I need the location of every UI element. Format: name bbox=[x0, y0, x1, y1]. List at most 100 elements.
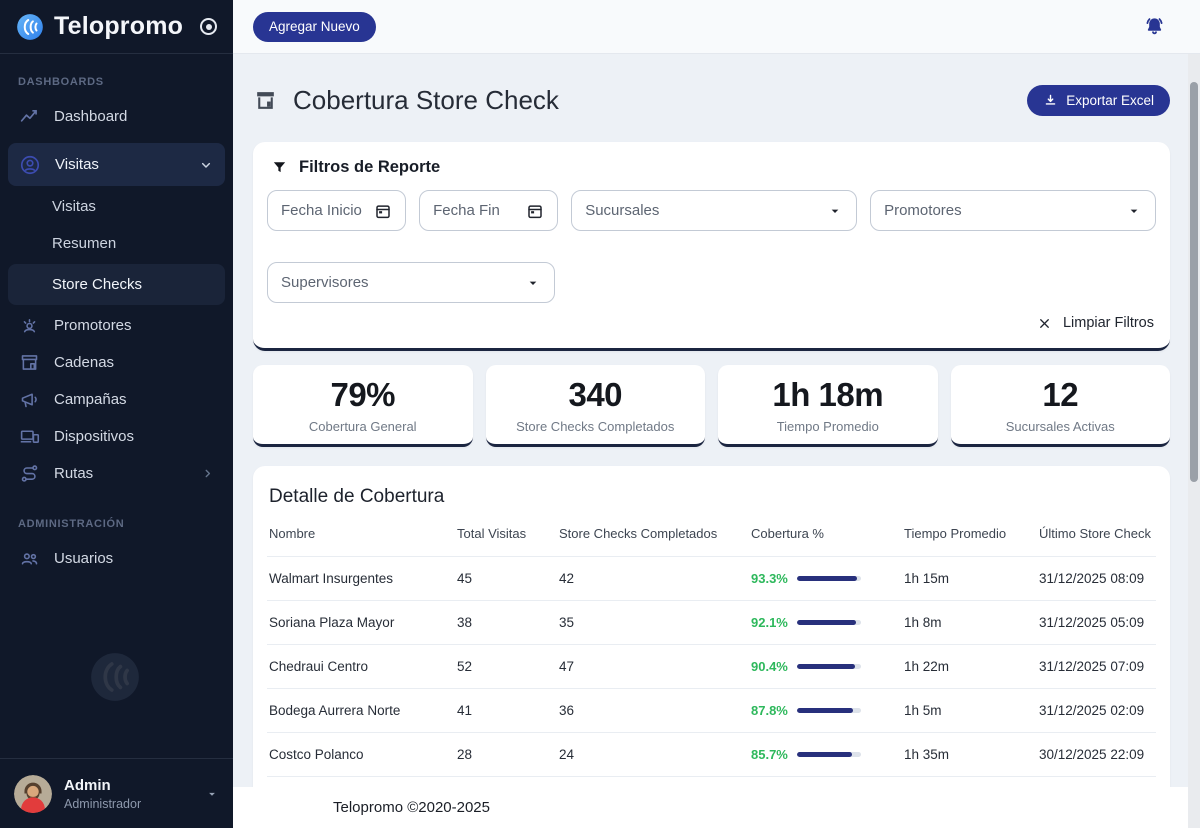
table-body: Walmart Insurgentes454293.3%1h 15m31/12/… bbox=[267, 556, 1156, 820]
export-excel-button[interactable]: Exportar Excel bbox=[1027, 85, 1170, 116]
table-row: Costco Polanco282485.7%1h 35m30/12/2025 … bbox=[267, 732, 1156, 776]
cell-completados: 35 bbox=[559, 615, 751, 630]
user-role: Administrador bbox=[64, 797, 141, 811]
vertical-scrollbar bbox=[1188, 54, 1200, 828]
cell-ultimo-store-check: 31/12/2025 05:09 bbox=[1039, 615, 1154, 630]
cell-ultimo-store-check: 31/12/2025 07:09 bbox=[1039, 659, 1154, 674]
stat-value: 12 bbox=[1042, 376, 1078, 414]
sidebar-collapse-toggle-icon[interactable] bbox=[200, 18, 217, 35]
person-circle-icon bbox=[19, 154, 41, 176]
sidebar-item-dispositivos[interactable]: Dispositivos bbox=[0, 418, 233, 455]
stat-label: Store Checks Completados bbox=[516, 419, 674, 434]
cell-completados: 36 bbox=[559, 703, 751, 718]
supervisores-placeholder: Supervisores bbox=[281, 274, 369, 291]
cell-cobertura: 87.8% bbox=[751, 703, 904, 718]
stat-card-sucursales-activas: 12 Sucursales Activas bbox=[951, 365, 1171, 447]
cell-nombre: Soriana Plaza Mayor bbox=[269, 615, 457, 630]
user-caret-down-icon[interactable] bbox=[205, 787, 219, 801]
sidebar-subitem-resumen[interactable]: Resumen bbox=[0, 225, 233, 262]
sidebar-item-label: Campañas bbox=[54, 391, 127, 408]
coverage-progress-bar bbox=[797, 752, 861, 757]
cell-tiempo-promedio: 1h 8m bbox=[904, 615, 1039, 630]
fecha-fin-placeholder: Fecha Fin bbox=[433, 202, 500, 219]
sidebar-subitem-visitas[interactable]: Visitas bbox=[0, 188, 233, 225]
cell-cobertura: 90.4% bbox=[751, 659, 904, 674]
stat-card-store-checks: 340 Store Checks Completados bbox=[486, 365, 706, 447]
coverage-percent: 87.8% bbox=[751, 703, 788, 718]
line-chart-icon bbox=[18, 106, 40, 127]
filter-funnel-icon bbox=[271, 159, 288, 176]
sidebar-item-label: Promotores bbox=[54, 317, 132, 334]
caret-down-icon bbox=[1126, 203, 1142, 219]
column-header-cobertura: Cobertura % bbox=[751, 526, 904, 541]
sidebar-item-label: Usuarios bbox=[54, 550, 113, 567]
column-header-nombre: Nombre bbox=[269, 526, 457, 541]
scrollbar-thumb[interactable] bbox=[1190, 82, 1198, 482]
table-header-row: Nombre Total Visitas Store Checks Comple… bbox=[267, 526, 1156, 556]
sidebar-item-promotores[interactable]: Promotores bbox=[0, 307, 233, 344]
promotores-select[interactable]: Promotores bbox=[870, 190, 1156, 231]
sidebar: Telopromo DASHBOARDS Dashboard Visitas V… bbox=[0, 0, 233, 828]
footer-text: Telopromo ©2020-2025 bbox=[333, 799, 490, 816]
fecha-fin-input[interactable]: Fecha Fin bbox=[419, 190, 558, 231]
caret-down-icon bbox=[827, 203, 843, 219]
cell-tiempo-promedio: 1h 35m bbox=[904, 747, 1039, 762]
coverage-progress-bar bbox=[797, 620, 861, 625]
stat-label: Cobertura General bbox=[309, 419, 417, 434]
table-title: Detalle de Cobertura bbox=[269, 486, 1156, 508]
chevron-right-icon bbox=[200, 466, 215, 481]
calendar-icon[interactable] bbox=[526, 202, 544, 220]
fecha-inicio-placeholder: Fecha Inicio bbox=[281, 202, 362, 219]
filters-title-row: Filtros de Reporte bbox=[271, 158, 1156, 177]
sidebar-item-dashboard[interactable]: Dashboard bbox=[0, 98, 233, 135]
sidebar-item-cadenas[interactable]: Cadenas bbox=[0, 344, 233, 381]
stat-label: Tiempo Promedio bbox=[777, 419, 879, 434]
cell-total-visitas: 45 bbox=[457, 571, 559, 586]
cell-total-visitas: 28 bbox=[457, 747, 559, 762]
sucursales-select[interactable]: Sucursales bbox=[571, 190, 857, 231]
coverage-percent: 85.7% bbox=[751, 747, 788, 762]
brand-name: Telopromo bbox=[54, 12, 183, 41]
page-header: Cobertura Store Check Exportar Excel bbox=[253, 85, 1170, 116]
filters-row-2: Supervisores bbox=[267, 262, 1156, 303]
cell-total-visitas: 38 bbox=[457, 615, 559, 630]
sidebar-item-campanas[interactable]: Campañas bbox=[0, 381, 233, 418]
column-header-tiempo: Tiempo Promedio bbox=[904, 526, 1039, 541]
sidebar-item-label: Visitas bbox=[55, 156, 99, 173]
sidebar-item-label: Rutas bbox=[54, 465, 93, 482]
sidebar-item-usuarios[interactable]: Usuarios bbox=[0, 540, 233, 577]
cell-tiempo-promedio: 1h 22m bbox=[904, 659, 1039, 674]
stats-row: 79% Cobertura General 340 Store Checks C… bbox=[253, 365, 1170, 447]
download-icon bbox=[1043, 93, 1058, 108]
footer: Telopromo ©2020-2025 bbox=[233, 787, 1200, 828]
supervisores-select[interactable]: Supervisores bbox=[267, 262, 555, 303]
calendar-icon[interactable] bbox=[374, 202, 392, 220]
fecha-inicio-input[interactable]: Fecha Inicio bbox=[267, 190, 406, 231]
storefront-title-icon bbox=[253, 88, 278, 113]
sidebar-subitem-store-checks[interactable]: Store Checks bbox=[8, 264, 225, 305]
promotores-placeholder: Promotores bbox=[884, 202, 962, 219]
column-header-ultimo: Último Store Check bbox=[1039, 526, 1154, 541]
close-icon bbox=[1037, 316, 1052, 331]
sucursales-placeholder: Sucursales bbox=[585, 202, 659, 219]
cell-total-visitas: 41 bbox=[457, 703, 559, 718]
coverage-progress-bar bbox=[797, 664, 861, 669]
cell-total-visitas: 52 bbox=[457, 659, 559, 674]
filters-panel: Filtros de Reporte Fecha Inicio Fecha Fi… bbox=[253, 142, 1170, 351]
export-excel-label: Exportar Excel bbox=[1066, 93, 1154, 108]
sidebar-item-label: Dashboard bbox=[54, 108, 127, 125]
sidebar-item-visitas-parent[interactable]: Visitas bbox=[8, 143, 225, 186]
stat-value: 340 bbox=[568, 376, 622, 414]
add-new-button[interactable]: Agregar Nuevo bbox=[253, 12, 376, 42]
add-new-label: Agregar Nuevo bbox=[269, 19, 360, 34]
coverage-percent: 90.4% bbox=[751, 659, 788, 674]
table-row: Walmart Insurgentes454293.3%1h 15m31/12/… bbox=[267, 556, 1156, 600]
clear-filters-button[interactable]: Limpiar Filtros bbox=[1037, 315, 1154, 331]
sidebar-item-rutas[interactable]: Rutas bbox=[0, 455, 233, 492]
topbar: Agregar Nuevo bbox=[233, 0, 1200, 54]
user-menu[interactable]: Admin Administrador bbox=[0, 758, 233, 828]
route-icon bbox=[18, 463, 40, 484]
notifications-bell-icon[interactable] bbox=[1143, 15, 1166, 38]
cell-cobertura: 92.1% bbox=[751, 615, 904, 630]
sidebar-item-label: Dispositivos bbox=[54, 428, 134, 445]
